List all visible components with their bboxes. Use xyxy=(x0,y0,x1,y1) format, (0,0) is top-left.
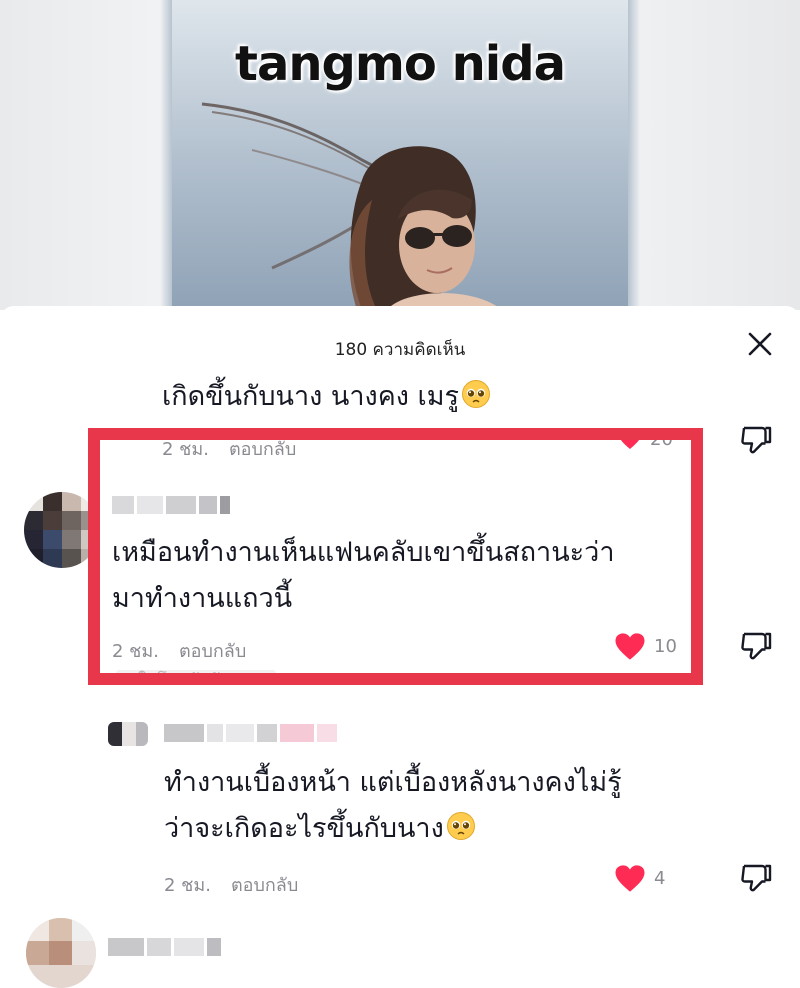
comment-2-reply-button[interactable]: ตอบกลับ xyxy=(179,641,246,662)
comment-1-line-1: เกิดขึ้นกับนาง นางคง เมรู xyxy=(162,381,460,412)
comment-3-like-button[interactable]: 4 xyxy=(614,864,665,893)
comment-2-username-blurred[interactable] xyxy=(112,496,230,516)
comment-1-like-button[interactable]: 20 xyxy=(618,428,673,450)
heart-icon xyxy=(615,633,645,660)
pleading-face-emoji xyxy=(462,380,491,408)
video-player[interactable]: tangmo nida xyxy=(0,0,800,310)
dislike-icon[interactable] xyxy=(740,422,774,456)
comment-1-time: 2 ชม. xyxy=(162,439,209,460)
comment-3-username-blurred[interactable] xyxy=(164,724,337,744)
comment-2-like-count: 10 xyxy=(654,636,677,657)
comment-2-meta: 2 ชม. ตอบกลับ xyxy=(112,636,246,665)
comment-2-line-1: เหมือนทำงานเห็นแฟนคลับเขาขึ้นสถานะว่า xyxy=(112,537,615,568)
video-caption: tangmo nida xyxy=(235,36,566,92)
comment-3-reply-button[interactable]: ตอบกลับ xyxy=(231,875,298,896)
dislike-icon[interactable] xyxy=(740,628,774,662)
creator-liked-label: ถูกใจโดยผู้สร้าง xyxy=(116,671,240,682)
comment-count-header: 180 ความคิดเห็น xyxy=(334,340,466,360)
comment-1-text: เกิดขึ้นกับนาง นางคง เมรู xyxy=(162,374,491,420)
comment-1-like-count: 20 xyxy=(650,428,673,450)
comments-sheet: 180 ความคิดเห็น เกิดขึ้นกับนาง นางคง เมร… xyxy=(0,306,800,988)
avatar-pixelated-image xyxy=(24,492,100,568)
video-frame[interactable]: tangmo nida xyxy=(172,0,628,310)
avatar-pixelated-image xyxy=(108,722,148,746)
comment-4-avatar[interactable] xyxy=(26,918,96,988)
avatar-pixelated-image xyxy=(26,918,96,988)
creator-liked-badge: ถูกใจโดยผู้สร้าง xyxy=(116,670,276,682)
comment-2-like-button[interactable]: 10 xyxy=(614,632,677,661)
comment-1-meta: 2 ชม. ตอบกลับ xyxy=(162,434,296,463)
comment-2-text: เหมือนทำงานเห็นแฟนคลับเขาขึ้นสถานะว่า มา… xyxy=(112,530,615,622)
comment-4-username-blurred[interactable] xyxy=(108,938,221,958)
comment-3-line-2: ว่าจะเกิดอะไรขึ้นกับนาง xyxy=(164,806,622,852)
heart-icon xyxy=(619,429,641,449)
comment-3-line-1: ทำงานเบื้องหน้า แต่เบื้องหลังนางคงไม่รู้ xyxy=(164,767,622,798)
close-icon[interactable] xyxy=(746,330,774,358)
comment-3-text: ทำงานเบื้องหน้า แต่เบื้องหลังนางคงไม่รู้… xyxy=(164,760,622,852)
comment-3-meta: 2 ชม. ตอบกลับ xyxy=(164,870,298,899)
comment-3-line-2-text: ว่าจะเกิดอะไรขึ้นกับนาง xyxy=(164,813,444,844)
comment-2-line-2: มาทำงานแถวนี้ xyxy=(112,583,293,614)
comment-3-avatar[interactable] xyxy=(108,722,148,746)
comment-1-reply-button[interactable]: ตอบกลับ xyxy=(229,439,296,460)
pleading-face-emoji xyxy=(446,812,475,840)
comment-2-time: 2 ชม. xyxy=(112,641,159,662)
heart-icon xyxy=(615,865,645,892)
dislike-icon[interactable] xyxy=(740,860,774,894)
comment-2-avatar[interactable] xyxy=(24,492,100,568)
comment-3-like-count: 4 xyxy=(654,868,666,889)
comment-3-time: 2 ชม. xyxy=(164,875,211,896)
